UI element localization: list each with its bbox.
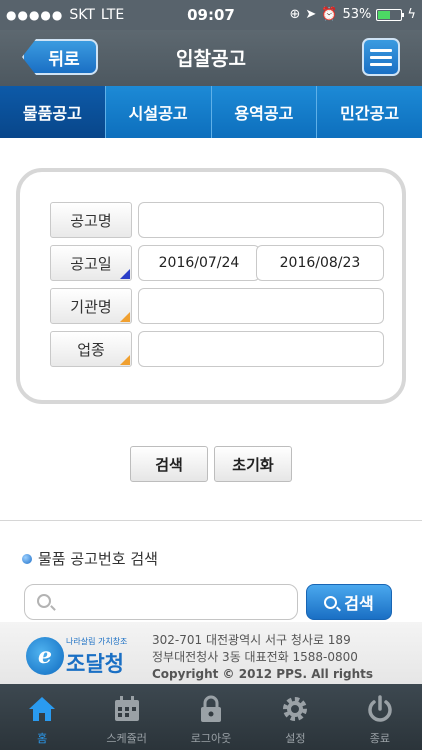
bottom-tab-bar: 홈 스케쥴러 로그아웃 설정 종료 (0, 684, 422, 750)
page-title: 입찰공고 (176, 48, 246, 70)
agency-input[interactable] (138, 288, 384, 324)
search-button[interactable]: 검색 (130, 446, 208, 482)
date-from-field[interactable]: 2016/07/24 (138, 245, 260, 281)
divider (0, 520, 422, 521)
tab-services[interactable]: 용역공고 (210, 86, 317, 138)
search-icon (324, 595, 338, 609)
search-icon (37, 594, 51, 608)
tabbar-exit[interactable]: 종료 (338, 684, 422, 750)
tabbar-settings[interactable]: 설정 (253, 684, 337, 750)
lock-icon (201, 695, 222, 722)
tab-facilities[interactable]: 시설공고 (104, 86, 211, 138)
gear-icon (283, 697, 308, 721)
number-search-button[interactable]: 검색 (306, 584, 392, 620)
date-to-field[interactable]: 2016/08/23 (256, 245, 384, 281)
dropdown-corner-icon (120, 312, 130, 322)
calendar-icon (114, 696, 139, 721)
dropdown-corner-icon (120, 355, 130, 365)
menu-button[interactable] (362, 38, 400, 76)
pps-logo-icon: e (26, 637, 64, 675)
number-search-input[interactable] (61, 589, 289, 615)
status-bar: ●●●●● SKT LTE 09:07 ⊕ ➤ ⏰ 53% ϟ (0, 0, 422, 30)
agency-label[interactable]: 기관명 (50, 288, 132, 324)
industry-label[interactable]: 업종 (50, 331, 132, 367)
footer-info: e 나라살림 가치창조 조달청 302-701 대전광역시 서구 청사로 189… (0, 622, 422, 698)
rotation-lock-icon: ⊕ (289, 7, 301, 22)
location-icon: ➤ (305, 7, 317, 22)
alarm-icon: ⏰ (321, 7, 338, 22)
home-icon (29, 697, 56, 721)
industry-input[interactable] (138, 331, 384, 367)
notice-name-input[interactable] (138, 202, 384, 238)
notice-name-label: 공고명 (50, 202, 132, 238)
tab-goods[interactable]: 물품공고 (0, 86, 105, 138)
logo-text: 조달청 (66, 652, 124, 676)
number-search-box (24, 584, 298, 620)
notice-date-label[interactable]: 공고일 (50, 245, 132, 281)
battery-percent: 53% (342, 7, 372, 22)
form-actions: 검색 초기화 (0, 446, 422, 482)
bullet-icon (22, 553, 32, 564)
nav-bar: 뒤로 입찰공고 (0, 30, 422, 86)
dropdown-corner-icon (120, 269, 130, 279)
tab-private[interactable]: 민간공고 (316, 86, 422, 138)
logo-slogan: 나라살림 가치창조 (66, 637, 128, 646)
search-form: 공고명 공고일 2016/07/24 2016/08/23 기관명 업종 (16, 168, 406, 404)
charging-icon: ϟ (407, 7, 416, 22)
power-icon (368, 695, 392, 722)
number-search-title: 물품 공고번호 검색 (22, 548, 158, 569)
tabbar-scheduler[interactable]: 스케쥴러 (84, 684, 168, 750)
tabbar-logout[interactable]: 로그아웃 (169, 684, 253, 750)
reset-button[interactable]: 초기화 (214, 446, 292, 482)
menu-icon (370, 48, 392, 52)
category-tabs: 물품공고 시설공고 용역공고 민간공고 (0, 86, 422, 138)
battery-icon (376, 8, 405, 21)
tabbar-home[interactable]: 홈 (0, 684, 84, 750)
